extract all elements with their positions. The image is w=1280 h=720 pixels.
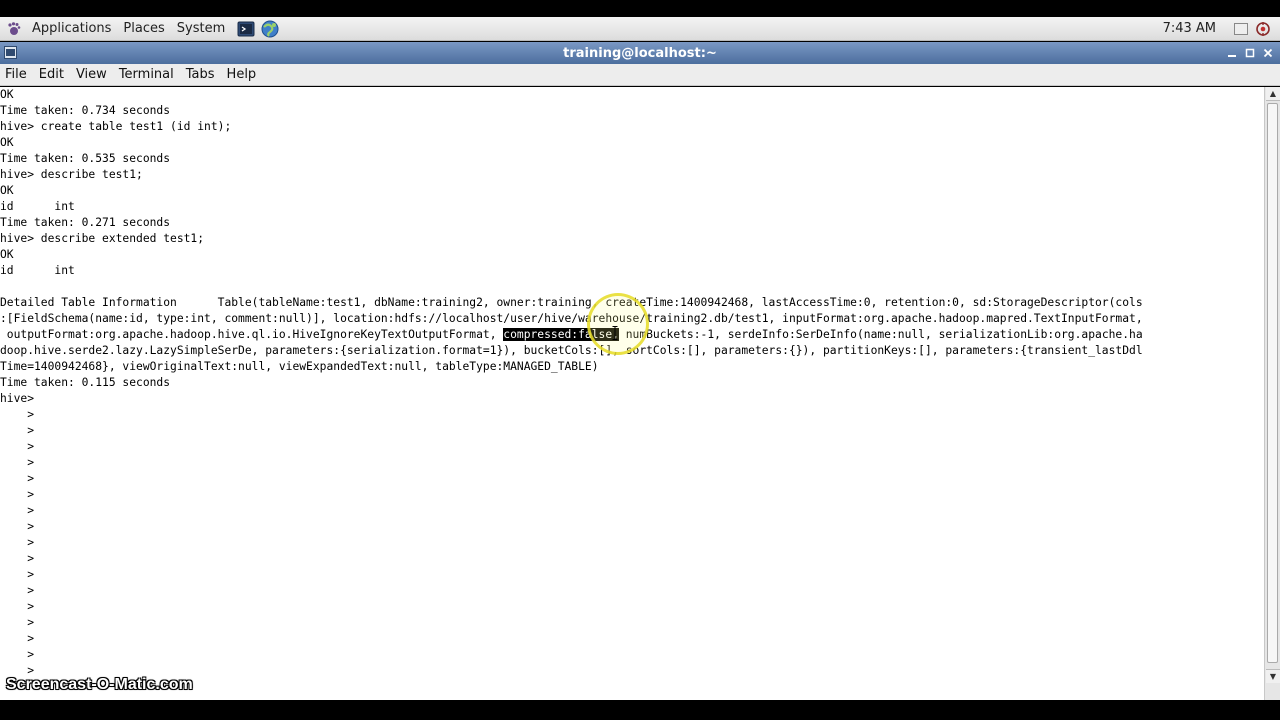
terminal-line: doop.hive.serde2.lazy.LazySimpleSerDe, p… — [0, 344, 1143, 357]
terminal-line: Time taken: 0.535 seconds — [0, 152, 171, 165]
terminal-scrollbar[interactable]: ▲ ▼ — [1264, 87, 1280, 700]
continuation-prompt: > — [0, 552, 35, 565]
panel-menu-system[interactable]: System — [171, 21, 231, 36]
minimize-icon[interactable] — [1224, 45, 1240, 61]
continuation-prompt: > — [0, 504, 35, 517]
terminal-line: Time taken: 0.734 seconds — [0, 104, 171, 117]
terminal-prompt: hive> — [0, 392, 35, 405]
continuation-prompt: > — [0, 472, 35, 485]
scroll-up-icon[interactable]: ▲ — [1266, 87, 1280, 101]
menu-tabs[interactable]: Tabs — [180, 67, 221, 82]
continuation-prompt: > — [0, 424, 35, 437]
panel-menu-places[interactable]: Places — [117, 21, 170, 36]
terminal-line: hive> describe extended test1; — [0, 232, 205, 245]
maximize-icon[interactable] — [1242, 45, 1258, 61]
terminal-line: OK — [0, 88, 14, 101]
menu-edit[interactable]: Edit — [33, 67, 70, 82]
watermark: Screencast-O-Matic.com — [6, 676, 193, 693]
terminal-line: OK — [0, 248, 14, 261]
tray-network-icon[interactable] — [1254, 20, 1272, 38]
terminal-line: OK — [0, 136, 14, 149]
video-letterbox-bottom — [0, 700, 1280, 720]
cursor-highlight — [587, 293, 649, 355]
selection-before: outputFormat:org.apache.hadoop.hive.ql.i… — [0, 328, 504, 341]
web-browser-icon[interactable] — [261, 20, 279, 38]
terminal-line: :[FieldSchema(name:id, type:int, comment… — [0, 312, 1143, 325]
scrollbar-thumb[interactable] — [1267, 103, 1278, 663]
selection-after: numBuckets:-1, serdeInfo:SerDeInfo(name:… — [618, 328, 1143, 341]
continuation-prompt: > — [0, 600, 35, 613]
gnome-foot-icon — [6, 21, 22, 37]
continuation-prompt: > — [0, 488, 35, 501]
menu-view[interactable]: View — [70, 67, 113, 82]
terminal-line: Time taken: 0.115 seconds — [0, 376, 171, 389]
continuation-prompt: > — [0, 648, 35, 661]
top-panel: Applications Places System 7:43 AM — [0, 17, 1280, 41]
terminal-line: id int — [0, 264, 75, 277]
video-letterbox-top — [0, 0, 1280, 17]
menu-file[interactable]: File — [0, 67, 33, 82]
close-icon[interactable] — [1260, 45, 1276, 61]
terminal-output[interactable]: OK Time taken: 0.734 seconds hive> creat… — [0, 87, 1264, 700]
continuation-prompt: > — [0, 440, 35, 453]
terminal-line: Detailed Table Information Table(tableNa… — [0, 296, 1143, 309]
continuation-prompt: > — [0, 584, 35, 597]
ibeam-cursor-icon — [612, 325, 618, 340]
terminal-line: Time taken: 0.271 seconds — [0, 216, 171, 229]
terminal-line: id int — [0, 200, 75, 213]
menu-terminal[interactable]: Terminal — [113, 67, 180, 82]
terminal-launcher-icon[interactable] — [237, 20, 255, 38]
window-title: training@localhost:~ — [563, 45, 717, 61]
continuation-prompt: > — [0, 632, 35, 645]
tray-notification-icon[interactable] — [1234, 23, 1248, 35]
scroll-down-icon[interactable]: ▼ — [1266, 669, 1280, 683]
panel-menu-applications[interactable]: Applications — [26, 21, 117, 36]
continuation-prompt: > — [0, 536, 35, 549]
terminal-line: hive> create table test1 (id int); — [0, 120, 232, 133]
window-titlebar[interactable]: training@localhost:~ — [0, 42, 1280, 64]
menu-help[interactable]: Help — [221, 67, 263, 82]
menu-bar: File Edit View Terminal Tabs Help — [0, 64, 1280, 86]
terminal-line: hive> describe test1; — [0, 168, 143, 181]
continuation-prompt: > — [0, 616, 35, 629]
window-menu-icon[interactable] — [4, 46, 17, 59]
continuation-prompt: > — [0, 568, 35, 581]
continuation-prompt: > — [0, 456, 35, 469]
continuation-prompt: > — [0, 520, 35, 533]
terminal-line: OK — [0, 184, 14, 197]
terminal-line: Time=1400942468}, viewOriginalText:null,… — [0, 360, 599, 373]
terminal-line-selected: outputFormat:org.apache.hadoop.hive.ql.i… — [0, 327, 1143, 343]
panel-clock[interactable]: 7:43 AM — [1163, 21, 1216, 36]
continuation-prompt: > — [0, 408, 35, 421]
